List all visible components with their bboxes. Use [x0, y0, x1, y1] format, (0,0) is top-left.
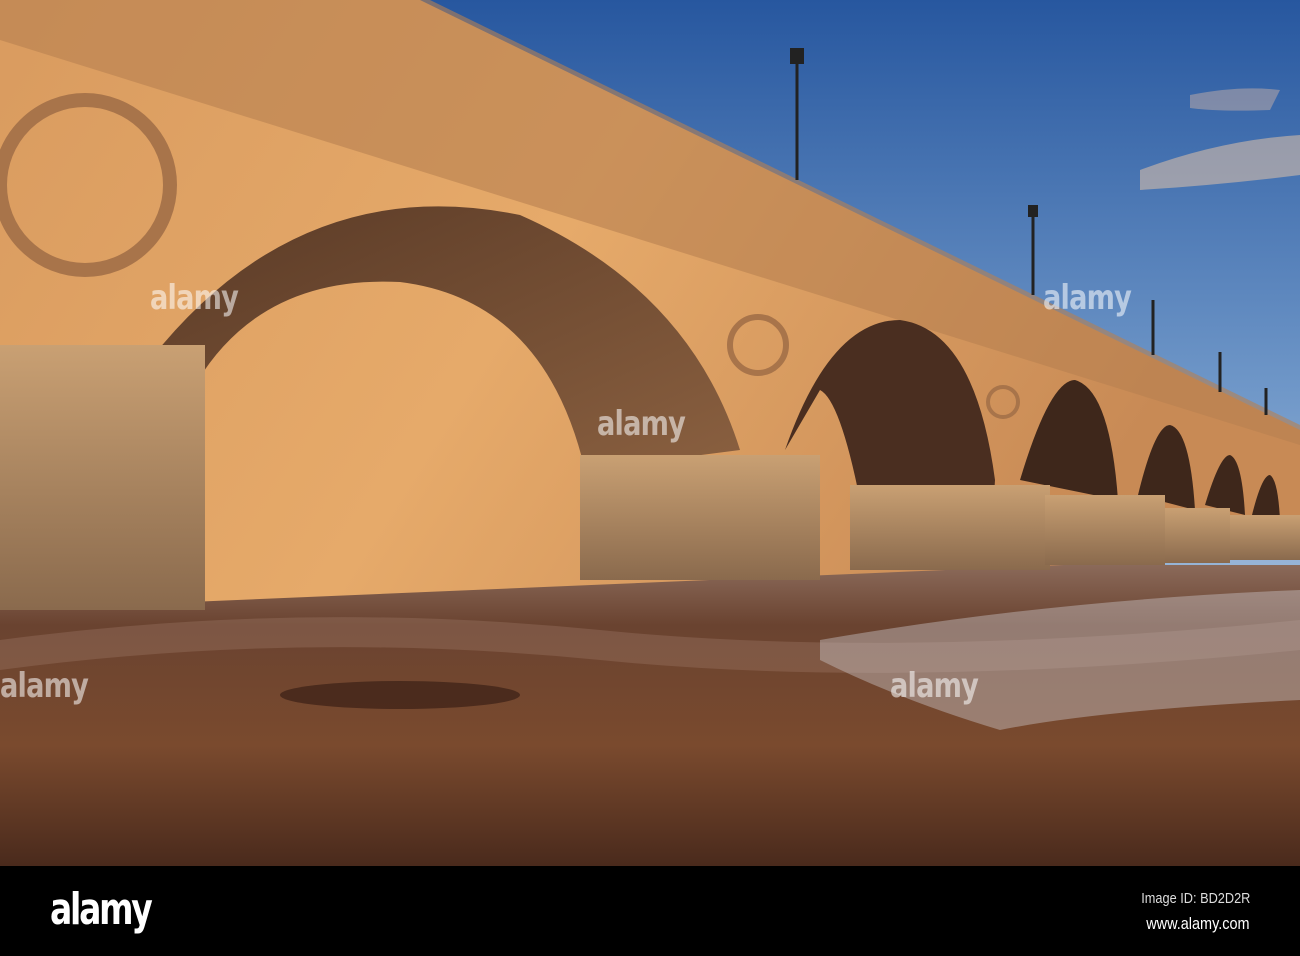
pier — [580, 455, 820, 580]
pier — [1165, 508, 1230, 563]
footer-bar: alamy Image ID: BD2D2R www.alamy.com — [0, 866, 1300, 956]
stock-photo-page: alamy alamy alamy alamy alamy alamy Imag… — [0, 0, 1300, 956]
image-id: Image ID: BD2D2R — [1140, 890, 1250, 907]
pier — [1230, 515, 1300, 560]
watermark: alamy — [890, 666, 979, 706]
website-link[interactable]: www.alamy.com — [1147, 914, 1250, 934]
watermark: alamy — [1043, 278, 1132, 318]
pier — [1045, 495, 1165, 565]
watermark: alamy — [0, 666, 89, 706]
pier — [0, 345, 205, 610]
alamy-logo: alamy — [50, 884, 153, 935]
watermark: alamy — [150, 278, 239, 318]
pier — [850, 485, 1050, 570]
watermark: alamy — [597, 404, 686, 444]
